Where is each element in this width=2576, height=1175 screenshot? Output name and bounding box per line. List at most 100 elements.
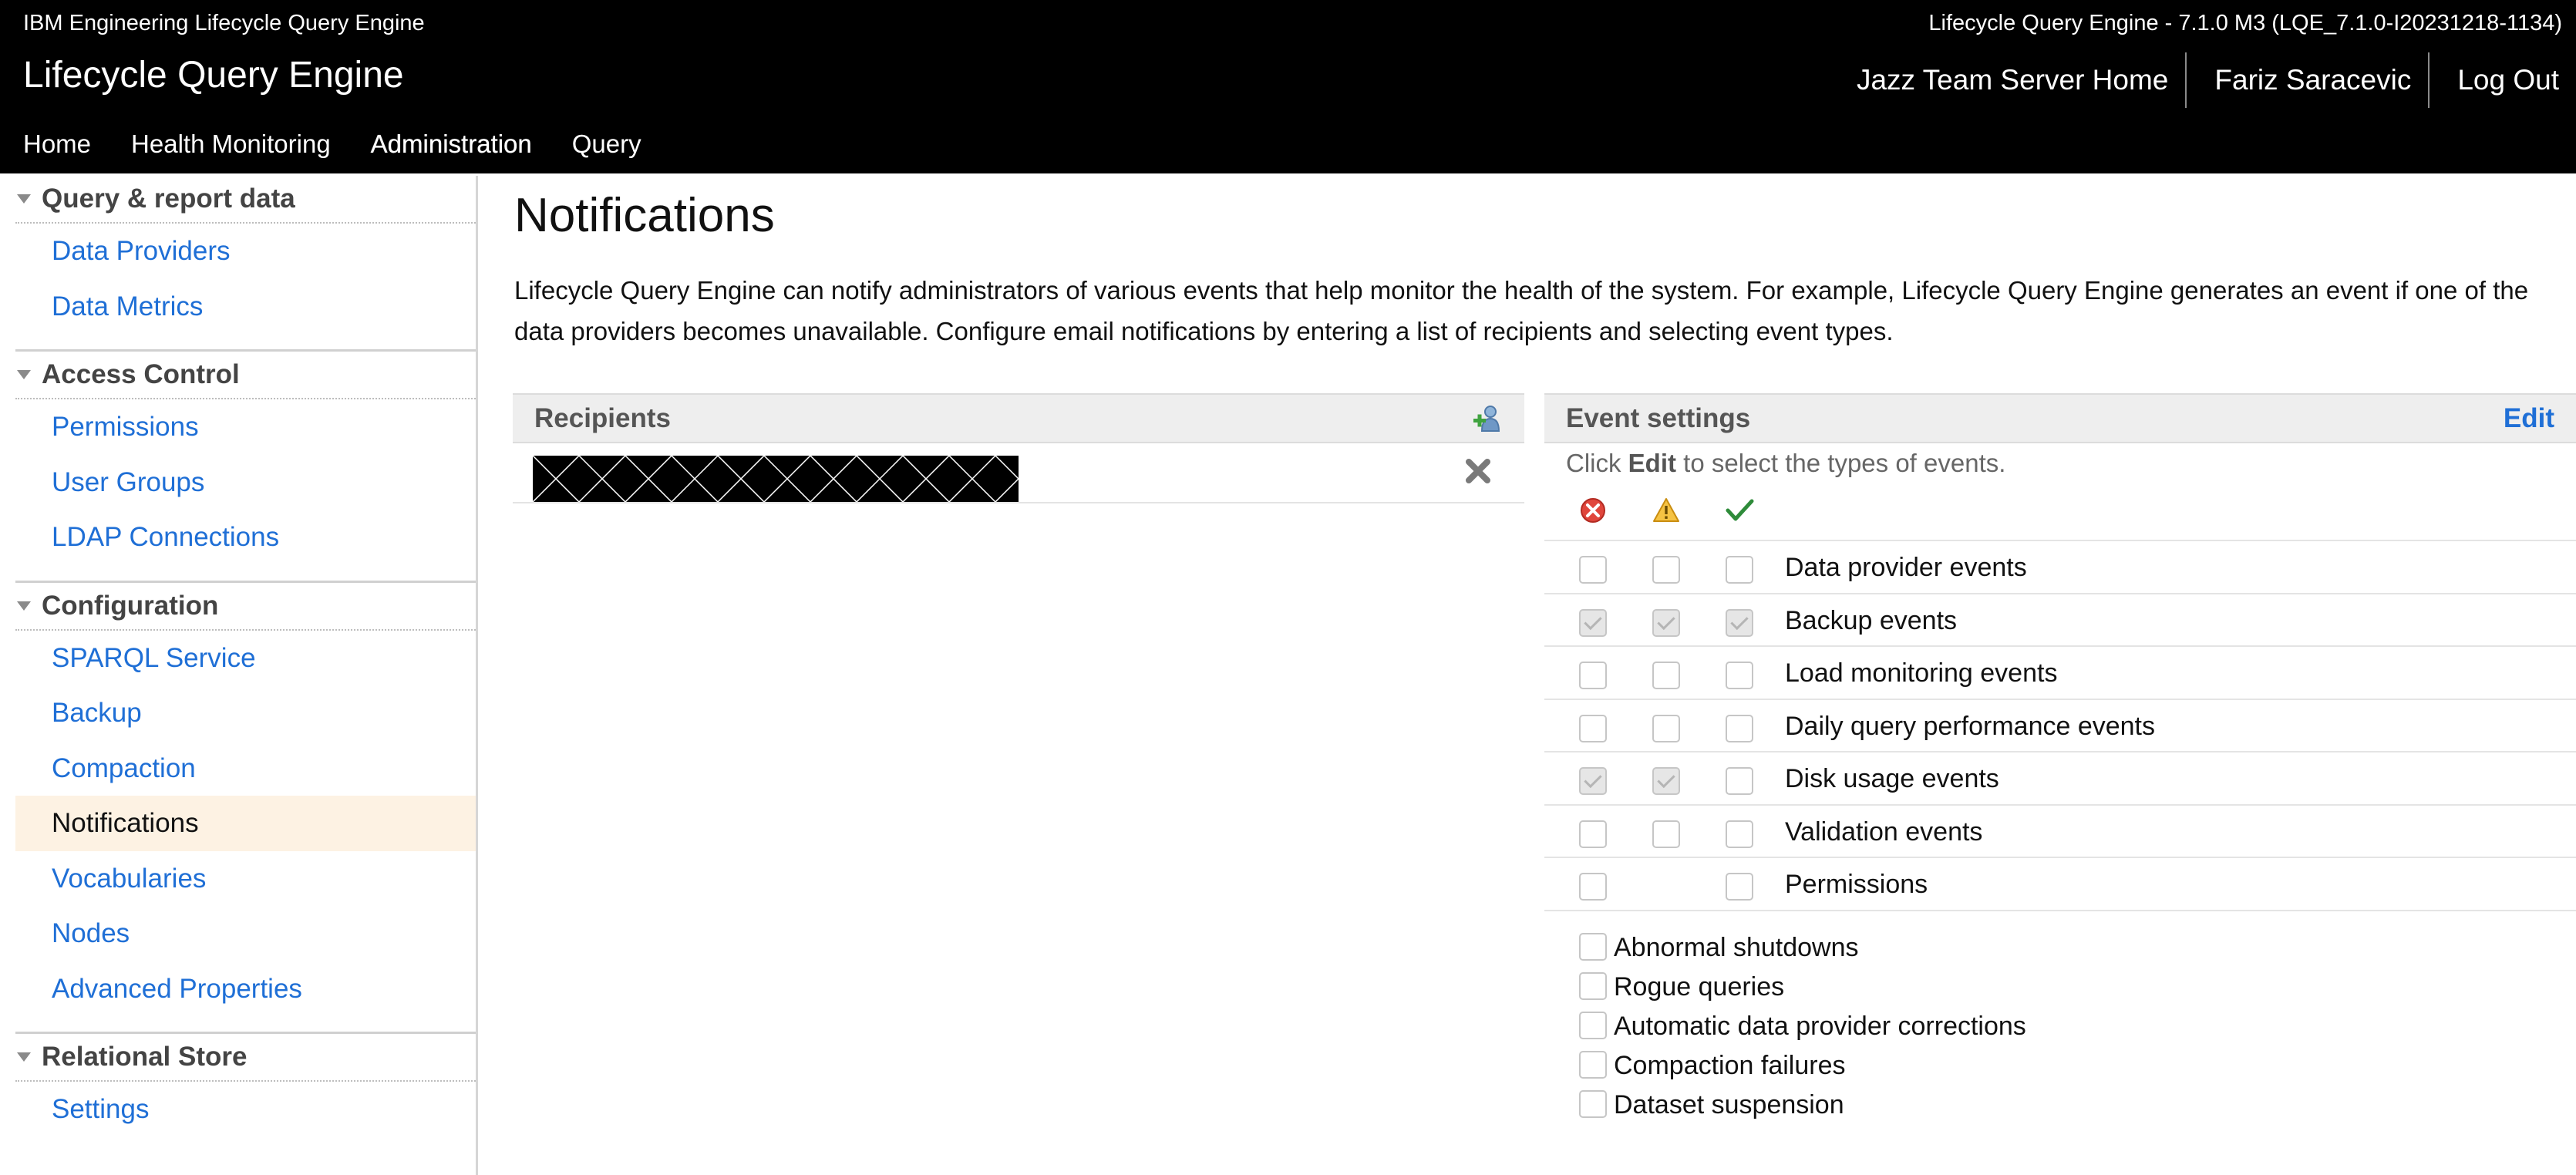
sidebar: Query & report data Data Providers Data … (15, 176, 478, 1175)
event-table: Data provider events Backup events Load mo… (1544, 540, 2576, 911)
sidebar-section-query-report-data: Query & report data Data Providers Data … (15, 176, 476, 352)
error-event-checkbox[interactable] (1579, 556, 1607, 584)
event-settings-title: Event settings (1566, 402, 1751, 433)
jazz-team-server-home-link[interactable]: Jazz Team Server Home (1829, 52, 2185, 108)
log-out-link[interactable]: Log Out (2428, 52, 2576, 108)
intro-text: Lifecycle Query Engine can notify admini… (514, 276, 2529, 345)
sidebar-item-compaction[interactable]: Compaction (15, 741, 476, 796)
main-nav: Home Health Monitoring Administration Qu… (0, 123, 658, 165)
remove-icon[interactable] (1463, 456, 1493, 486)
page-title: Notifications (514, 189, 775, 242)
warning-icon (1653, 498, 1679, 522)
nav-health-monitoring[interactable]: Health Monitoring (131, 123, 331, 165)
sidebar-item-vocabularies[interactable]: Vocabularies (15, 851, 476, 907)
warning-event-checkbox[interactable] (1652, 662, 1680, 689)
sidebar-section-title: Relational Store (42, 1042, 247, 1072)
sidebar-section-header[interactable]: Relational Store (15, 1034, 476, 1082)
event-row: Disk usage events (1544, 752, 2576, 806)
extra-events-list: Abnormal shutdowns Rogue queries Automatic… (1544, 928, 2576, 1125)
extra-event-label: Dataset suspension (1614, 1089, 1844, 1119)
info-event-checkbox[interactable] (1726, 714, 1753, 742)
sidebar-section-title: Configuration (42, 590, 219, 621)
edit-link[interactable]: Edit (2504, 403, 2554, 434)
warning-event-checkbox[interactable] (1652, 714, 1680, 742)
extra-event-checkbox[interactable] (1579, 932, 1607, 961)
warning-event-checkbox[interactable] (1652, 820, 1680, 848)
info-event-checkbox[interactable] (1726, 820, 1753, 848)
event-row: Daily query performance events (1544, 700, 2576, 752)
warning-event-checkbox[interactable] (1652, 556, 1680, 584)
recipient-row[interactable] (513, 443, 1524, 503)
recipients-panel: Recipients (513, 393, 1524, 503)
sidebar-section-header[interactable]: Query & report data (15, 176, 476, 224)
nav-administration[interactable]: Administration (371, 123, 532, 165)
nav-home[interactable]: Home (23, 123, 91, 165)
error-event-checkbox[interactable] (1579, 662, 1607, 689)
event-label: Data provider events (1785, 553, 2027, 582)
hint-suffix: to select the types of events. (1676, 449, 2006, 477)
user-name-link[interactable]: Fariz Saracevic (2185, 52, 2428, 108)
sidebar-item-user-groups[interactable]: User Groups (15, 455, 476, 510)
collapse-triangle-icon[interactable] (17, 370, 31, 379)
event-label: Permissions (1785, 870, 1928, 899)
recipients-title: Recipients (534, 402, 671, 433)
event-row: Data provider events (1544, 541, 2576, 594)
sidebar-section-header[interactable]: Configuration (15, 583, 476, 631)
sidebar-item-ldap-connections[interactable]: LDAP Connections (15, 510, 476, 565)
sidebar-section-configuration: Configuration SPARQL Service Backup Comp… (15, 583, 476, 1034)
nav-query[interactable]: Query (572, 123, 641, 165)
sidebar-item-data-providers[interactable]: Data Providers (15, 224, 476, 279)
sidebar-item-notifications[interactable]: Notifications (15, 796, 476, 851)
event-settings-hint: Click Edit to select the types of events… (1544, 443, 2576, 492)
event-label: Backup events (1785, 605, 1958, 635)
event-label: Load monitoring events (1785, 658, 2058, 688)
sidebar-section-title: Query & report data (42, 183, 295, 214)
error-icon (1581, 498, 1605, 523)
extra-event-checkbox[interactable] (1579, 1011, 1607, 1039)
info-event-checkbox[interactable] (1726, 767, 1753, 795)
sidebar-item-backup[interactable]: Backup (15, 685, 476, 741)
info-event-checkbox[interactable] (1726, 608, 1753, 637)
error-event-checkbox[interactable] (1579, 873, 1607, 901)
sidebar-section-title: Access Control (42, 359, 240, 389)
sidebar-item-data-metrics[interactable]: Data Metrics (15, 279, 476, 335)
error-event-checkbox[interactable] (1579, 714, 1607, 742)
error-event-checkbox[interactable] (1579, 608, 1607, 637)
header-links: Jazz Team Server Home Fariz Saracevic Lo… (1829, 52, 2576, 108)
top-banner: IBM Engineering Lifecycle Query Engine L… (0, 0, 2576, 173)
collapse-triangle-icon[interactable] (17, 194, 31, 204)
sidebar-item-advanced-properties[interactable]: Advanced Properties (15, 961, 476, 1017)
extra-event-checkbox[interactable] (1579, 971, 1607, 1000)
sidebar-item-settings[interactable]: Settings (15, 1082, 476, 1137)
event-label: Validation events (1785, 816, 1983, 847)
extra-event-label: Compaction failures (1614, 1050, 1846, 1080)
warning-event-checkbox[interactable] (1652, 767, 1680, 795)
collapse-triangle-icon[interactable] (17, 1052, 31, 1062)
hint-prefix: Click (1566, 449, 1628, 477)
success-icon (1726, 499, 1754, 521)
extra-event-checkbox[interactable] (1579, 1050, 1607, 1079)
info-event-checkbox[interactable] (1726, 873, 1753, 901)
info-event-checkbox[interactable] (1726, 556, 1753, 584)
warning-event-checkbox[interactable] (1652, 608, 1680, 637)
extra-event-label: Rogue queries (1614, 971, 1785, 1002)
sidebar-item-nodes[interactable]: Nodes (15, 906, 476, 961)
severity-icon-row (1544, 492, 2576, 540)
sidebar-section-access-control: Access Control Permissions User Groups L… (15, 352, 476, 583)
sidebar-section-header[interactable]: Access Control (15, 352, 476, 399)
add-user-icon[interactable] (1472, 403, 1503, 434)
extra-event-label: Automatic data provider corrections (1614, 1011, 2026, 1041)
extra-event-row: Abnormal shutdowns (1544, 928, 2576, 968)
event-label: Daily query performance events (1785, 711, 2156, 741)
sidebar-section-relational-store: Relational Store Settings (15, 1034, 476, 1137)
extra-event-checkbox[interactable] (1579, 1089, 1607, 1118)
sidebar-item-permissions[interactable]: Permissions (15, 399, 476, 455)
error-event-checkbox[interactable] (1579, 820, 1607, 848)
sidebar-item-sparql-service[interactable]: SPARQL Service (15, 631, 476, 686)
error-event-checkbox[interactable] (1579, 767, 1607, 795)
collapse-triangle-icon[interactable] (17, 601, 31, 611)
info-event-checkbox[interactable] (1726, 662, 1753, 689)
product-label: IBM Engineering Lifecycle Query Engine (23, 11, 425, 35)
